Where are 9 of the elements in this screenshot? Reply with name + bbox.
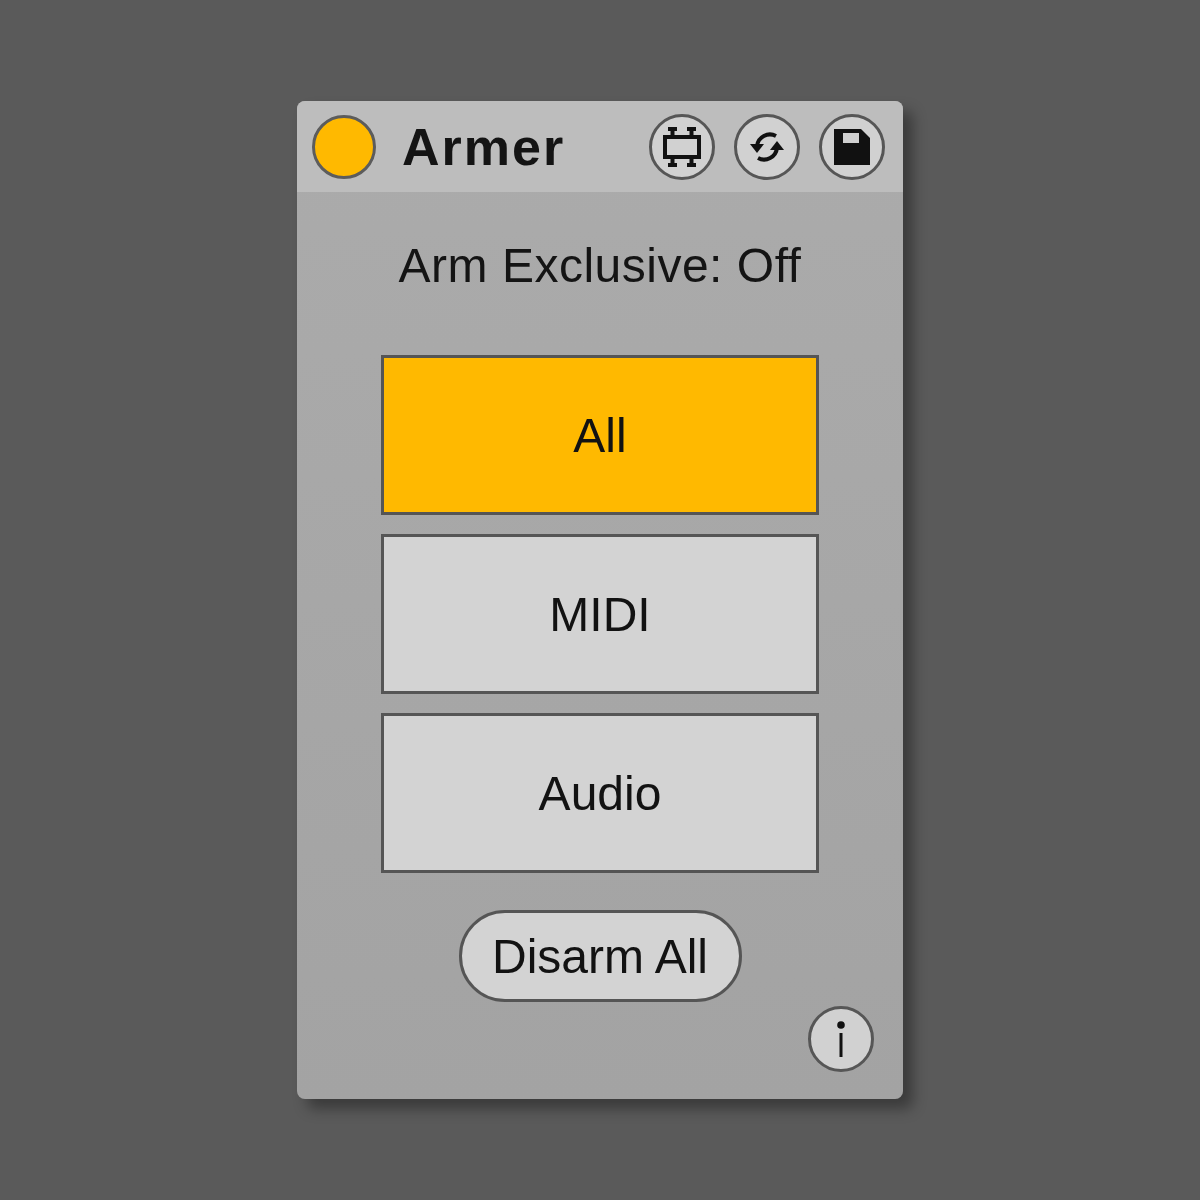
- arm-toggle-button[interactable]: MIDI: [381, 534, 819, 694]
- info-icon: [837, 1021, 845, 1057]
- status-text: Arm Exclusive: Off: [398, 238, 802, 294]
- disarm-all-button[interactable]: Disarm All: [458, 910, 742, 1002]
- frame-icon: [662, 126, 702, 167]
- arm-toggle-button[interactable]: All: [381, 355, 819, 515]
- save-icon: [834, 128, 870, 165]
- device-title: Armer: [402, 116, 566, 177]
- arm-toggle-button[interactable]: Audio: [381, 713, 819, 873]
